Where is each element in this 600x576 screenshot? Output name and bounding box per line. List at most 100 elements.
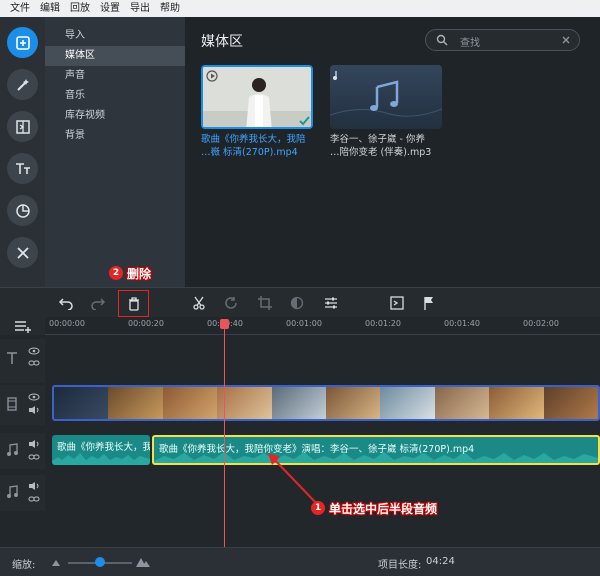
project-length-label: 项目长度: xyxy=(378,560,422,571)
zoom-in-icon[interactable] xyxy=(136,556,150,568)
ruler-label: 00:00:20 xyxy=(128,319,164,328)
video-track-header xyxy=(0,385,45,425)
undo-button[interactable] xyxy=(57,294,75,312)
tool-rail xyxy=(0,17,45,287)
search-placeholder: 查找 xyxy=(460,38,480,49)
menu-settings[interactable]: 设置 xyxy=(100,0,120,17)
ruler-label: 00:01:40 xyxy=(444,319,480,328)
volume-icon[interactable] xyxy=(28,481,40,491)
link-icon[interactable] xyxy=(28,495,40,503)
trash-icon xyxy=(128,296,139,311)
video-frame xyxy=(489,387,544,419)
playhead-handle[interactable] xyxy=(220,319,229,329)
transition-icon xyxy=(15,119,30,134)
menu-edit[interactable]: 编辑 xyxy=(40,0,60,17)
volume-icon[interactable] xyxy=(28,439,40,449)
crop-icon xyxy=(258,296,272,310)
video-frame xyxy=(543,387,598,419)
rotate-icon xyxy=(225,297,237,309)
fit-button[interactable] xyxy=(388,294,406,312)
category-music[interactable]: 音乐 xyxy=(45,86,185,106)
rotate-button[interactable] xyxy=(222,294,240,312)
category-stock-video[interactable]: 库存视频 xyxy=(45,106,185,126)
fit-icon xyxy=(390,296,404,310)
audio-track-header xyxy=(0,433,45,469)
video-frame xyxy=(271,387,327,419)
music-note-icon xyxy=(7,485,18,498)
filter-icon xyxy=(15,203,30,218)
status-bar: 缩放: 项目长度: 04:24 xyxy=(0,547,600,576)
eye-icon[interactable] xyxy=(28,393,40,401)
tools-icon xyxy=(16,246,29,259)
menu-help[interactable]: 帮助 xyxy=(160,0,180,17)
search-input[interactable]: 查找 xyxy=(425,29,580,51)
volume-icon[interactable] xyxy=(28,405,40,415)
annotation-arrow xyxy=(268,453,319,506)
timeline: 00:00:00 00:00:20 00:00:40 00:01:00 00:0… xyxy=(0,317,600,547)
caption-line: 歌曲《你养我长大，我陪 xyxy=(201,134,306,145)
step-badge: 2 xyxy=(109,266,123,280)
video-frame xyxy=(217,387,272,419)
eye-icon[interactable] xyxy=(28,347,40,355)
category-import[interactable]: 导入 xyxy=(45,26,185,46)
video-thumbnail xyxy=(203,67,311,127)
step-badge: 1 xyxy=(311,501,325,515)
video-frame xyxy=(108,387,163,419)
category-list: 导入 媒体区 声音 音乐 库存视频 背景 xyxy=(45,17,185,287)
time-ruler[interactable]: 00:00:00 00:00:20 00:00:40 00:01:00 00:0… xyxy=(45,317,600,335)
media-item-audio[interactable] xyxy=(330,65,442,129)
media-panel: 媒体区 查找 歌曲《你养我长大，我陪 …嶶 标清(270P).mp4 李谷一、徐… xyxy=(185,17,600,287)
filters-tool-button[interactable] xyxy=(7,195,38,226)
color-adjust-icon xyxy=(290,296,304,310)
titles-tool-button[interactable] xyxy=(7,153,38,184)
zoom-slider-handle[interactable] xyxy=(95,557,105,567)
split-button[interactable] xyxy=(190,294,208,312)
color-adjust-button[interactable] xyxy=(288,294,306,312)
video-clip[interactable] xyxy=(52,385,600,421)
text-track-header xyxy=(0,339,45,383)
category-media[interactable]: 媒体区 xyxy=(45,46,185,66)
clip-properties-button[interactable] xyxy=(322,294,340,312)
ruler-label: 00:01:00 xyxy=(286,319,322,328)
video-frame xyxy=(162,387,218,419)
video-track-icon xyxy=(7,397,17,411)
audio-clip-label: 歌曲《你养我长大，我 xyxy=(57,442,150,453)
playhead[interactable] xyxy=(224,320,225,547)
edit-toolbar xyxy=(0,287,600,317)
link-icon[interactable] xyxy=(28,359,40,367)
menu-file[interactable]: 文件 xyxy=(10,0,30,17)
media-item-video[interactable] xyxy=(201,65,313,129)
ruler-label: 00:02:00 xyxy=(523,319,559,328)
category-sound[interactable]: 声音 xyxy=(45,66,185,86)
category-background[interactable]: 背景 xyxy=(45,126,185,146)
audio-clip-first[interactable]: 歌曲《你养我长大，我 xyxy=(52,435,150,465)
text-icon xyxy=(15,162,30,174)
audio-track-2-header xyxy=(0,475,45,511)
panel-title: 媒体区 xyxy=(201,34,243,50)
magic-wand-icon xyxy=(16,78,29,91)
transitions-tool-button[interactable] xyxy=(7,111,38,142)
menu-playback[interactable]: 回放 xyxy=(70,0,90,17)
menu-export[interactable]: 导出 xyxy=(130,0,150,17)
add-track-icon[interactable] xyxy=(14,320,32,334)
video-frame xyxy=(326,387,381,419)
text-track-icon xyxy=(7,352,17,364)
flag-icon xyxy=(424,297,433,310)
caption-line: …陪你变老 (伴奏).mp3 xyxy=(330,147,432,158)
caption-line: …嶶 标清(270P).mp4 xyxy=(201,147,298,158)
zoom-label: 缩放: xyxy=(12,560,36,571)
marker-button[interactable] xyxy=(420,294,438,312)
more-tools-button[interactable] xyxy=(7,237,38,268)
link-icon[interactable] xyxy=(28,453,40,461)
music-note-icon xyxy=(7,443,18,456)
clear-icon[interactable] xyxy=(561,35,571,45)
magic-tool-button[interactable] xyxy=(7,69,38,100)
step-label: 删除 xyxy=(127,267,152,281)
redo-button[interactable] xyxy=(89,294,107,312)
audio-clip-second-selected[interactable]: 歌曲《你养我长大，我陪你变老》演唱：李谷一、徐子崴 标清(270P).mp4 xyxy=(152,435,600,465)
zoom-out-icon[interactable] xyxy=(52,557,64,567)
undo-icon xyxy=(58,298,73,310)
delete-button[interactable] xyxy=(118,290,149,317)
import-tool-button[interactable] xyxy=(7,27,38,58)
crop-button[interactable] xyxy=(256,294,274,312)
